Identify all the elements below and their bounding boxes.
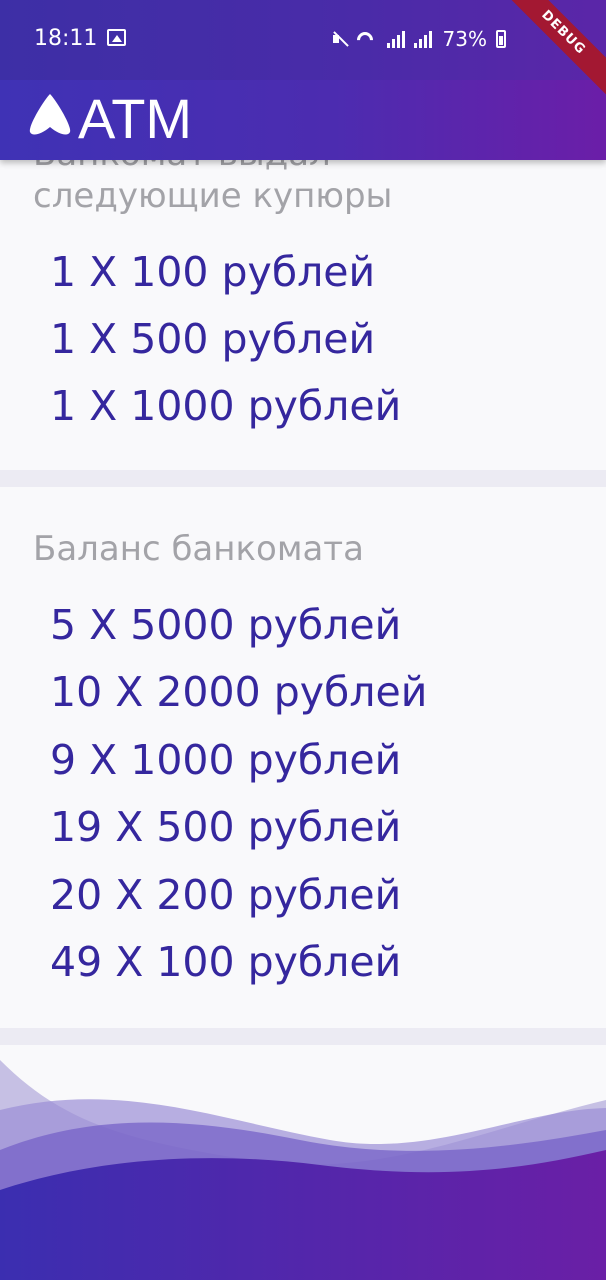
balance-line: 49 X 100 рублей (50, 938, 402, 986)
mute-icon (332, 31, 347, 47)
balance-card: Баланс банкомата 5 X 5000 рублей 10 X 20… (0, 487, 606, 1028)
card-divider (0, 470, 606, 487)
battery-icon (496, 30, 506, 48)
balance-card-title: Баланс банкомата (33, 529, 364, 569)
app-title: ATM (78, 87, 193, 150)
status-bar: 18:11 73% (0, 0, 606, 80)
withdraw-line: 1 X 100 рублей (50, 248, 376, 296)
image-icon (107, 29, 126, 46)
balance-line: 19 X 500 рублей (50, 803, 402, 851)
signal-icon (386, 30, 405, 48)
withdraw-line: 1 X 500 рублей (50, 315, 376, 363)
decorative-waves (0, 1060, 606, 1280)
status-time: 18:11 (34, 26, 98, 51)
battery-percent: 73% (442, 27, 487, 51)
balance-line: 5 X 5000 рублей (50, 601, 402, 649)
balance-line: 9 X 1000 рублей (50, 736, 402, 784)
balance-line: 20 X 200 рублей (50, 871, 402, 919)
withdraw-card-title: следующие купюры (33, 176, 393, 216)
signal-icon (413, 30, 432, 48)
app-bar: ATM (0, 66, 606, 160)
withdraw-card: Банкомат выдал следующие купюры 1 X 100 … (0, 120, 606, 470)
withdraw-line: 1 X 1000 рублей (50, 382, 402, 430)
balance-line: 10 X 2000 рублей (50, 668, 428, 716)
wifi-icon (356, 30, 378, 48)
atm-logo-icon (29, 94, 71, 135)
status-indicators: 73% (332, 24, 506, 54)
